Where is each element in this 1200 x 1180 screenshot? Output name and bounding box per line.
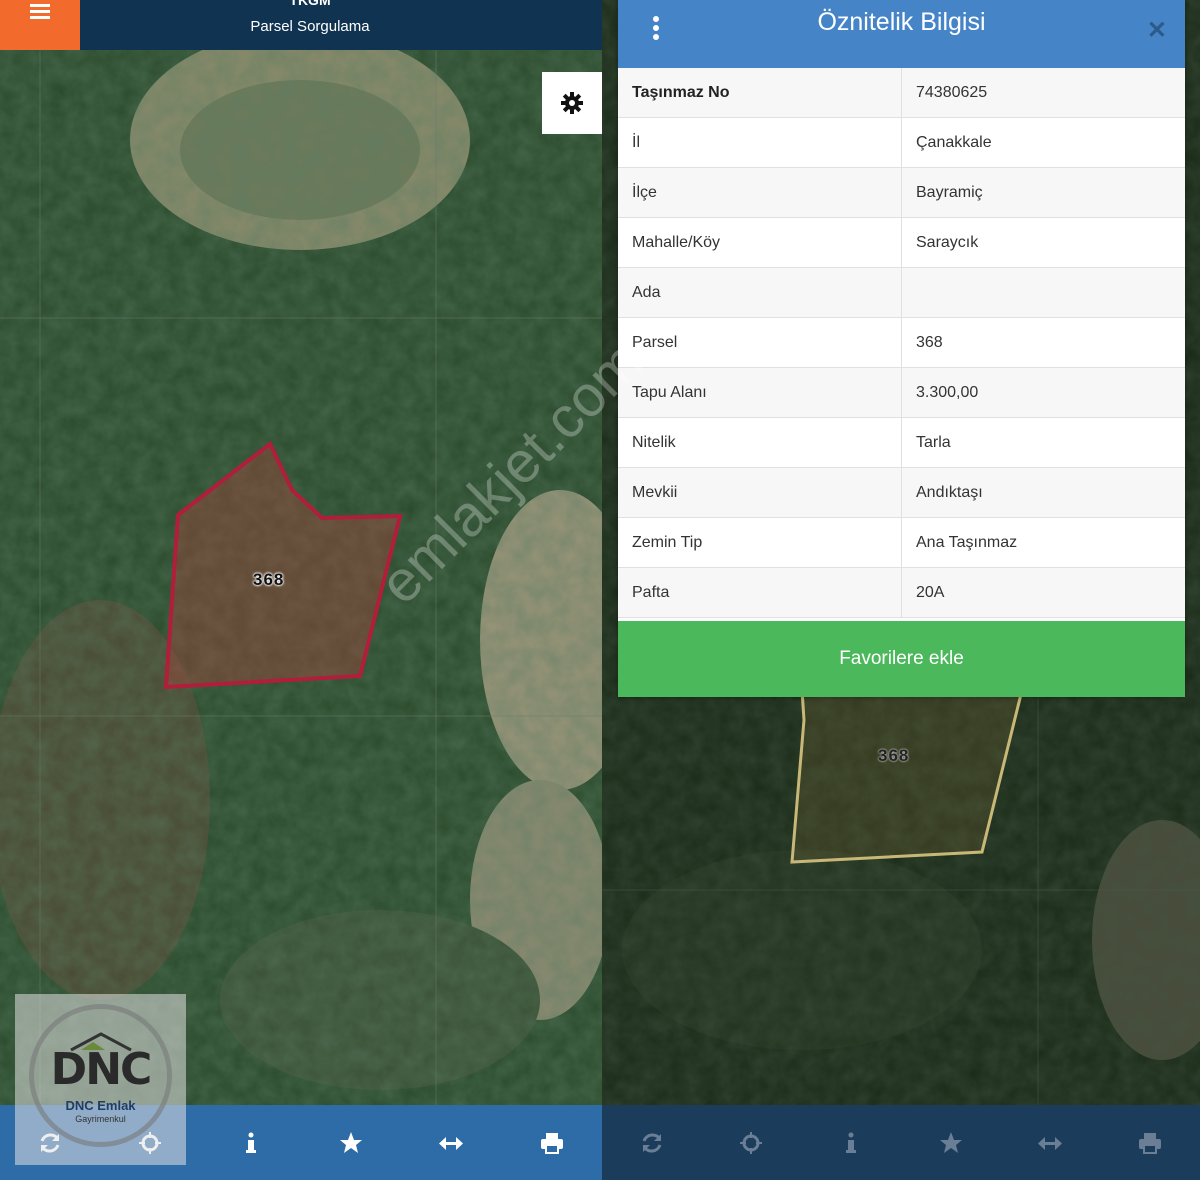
attribute-value: Andıktaşı	[901, 467, 1185, 518]
attribute-value: 3.300,00	[901, 367, 1185, 418]
attribute-key: Tapu Alanı	[618, 367, 902, 418]
attribute-table: Taşınmaz No 74380625 İl Çanakkale İlçe Bayram…	[618, 68, 1185, 618]
info-button[interactable]	[833, 1125, 869, 1161]
attribute-key: Parsel	[618, 317, 902, 368]
attribute-key: İl	[618, 117, 902, 168]
attribute-value: Tarla	[901, 417, 1185, 468]
measure-button[interactable]	[1032, 1125, 1068, 1161]
refresh-button[interactable]	[634, 1125, 670, 1161]
print-button[interactable]	[534, 1125, 570, 1161]
logo-mark: DNC	[50, 1044, 153, 1095]
measure-button[interactable]	[433, 1125, 469, 1161]
page-title: Parsel Sorgulama	[250, 18, 370, 35]
attribute-row: İl Çanakkale	[618, 117, 1185, 168]
star-icon	[340, 1131, 363, 1153]
attribute-value: 20A	[901, 567, 1185, 618]
refresh-icon	[642, 1133, 662, 1152]
attribute-value: Çanakkale	[901, 117, 1185, 168]
attribute-row: Mevkii Andıktaşı	[618, 467, 1185, 518]
logo-name: DNC Emlak	[65, 1098, 136, 1113]
dnc-logo: DNC DNC Emlak Gayrimenkul	[15, 994, 186, 1165]
map-toolbar-dimmed	[602, 1105, 1200, 1180]
attribute-key: Mevkii	[618, 467, 902, 518]
measure-icon	[439, 1136, 464, 1150]
attribute-row: Zemin Tip Ana Taşınmaz	[618, 517, 1185, 568]
hamburger-icon	[30, 4, 50, 19]
star-icon	[939, 1131, 962, 1153]
gear-icon	[561, 92, 583, 114]
attribute-key: Mahalle/Köy	[618, 217, 902, 268]
info-icon	[846, 1132, 857, 1153]
favorite-button[interactable]	[933, 1125, 969, 1161]
attribute-row: Nitelik Tarla	[618, 417, 1185, 468]
attribute-key: Pafta	[618, 567, 902, 618]
attribute-info-modal: Öznitelik Bilgisi ✕ Taşınmaz No 74380625 İ…	[618, 0, 1185, 697]
attribute-value: Saraycık	[901, 217, 1185, 268]
print-icon	[1139, 1132, 1162, 1154]
logo-subtitle: Gayrimenkul	[75, 1114, 126, 1124]
info-icon	[245, 1132, 256, 1153]
attribute-value: 74380625	[901, 68, 1185, 118]
attribute-row: Taşınmaz No 74380625	[618, 68, 1185, 118]
crosshair-icon	[740, 1131, 763, 1154]
favorite-button[interactable]	[333, 1125, 369, 1161]
modal-title: Öznitelik Bilgisi	[817, 8, 986, 36]
attribute-value: Ana Taşınmaz	[901, 517, 1185, 568]
attribute-value: Bayramiç	[901, 167, 1185, 218]
app-header: TKGM Parsel Sorgulama	[0, 0, 602, 50]
attribute-key: Taşınmaz No	[618, 68, 902, 118]
parcel-number-label-dimmed: 368	[878, 746, 910, 765]
locate-button[interactable]	[733, 1125, 769, 1161]
attribute-key: Nitelik	[618, 417, 902, 468]
attribute-key: Zemin Tip	[618, 517, 902, 568]
menu-button[interactable]	[0, 0, 80, 50]
attribute-value: 368	[901, 317, 1185, 368]
attribute-row: Pafta 20A	[618, 567, 1185, 618]
attribute-row: Parsel 368	[618, 317, 1185, 368]
attribute-row: Tapu Alanı 3.300,00	[618, 367, 1185, 418]
attribute-key: Ada	[618, 267, 902, 318]
attribute-row: Ada	[618, 267, 1185, 318]
print-button[interactable]	[1132, 1125, 1168, 1161]
attribute-value	[901, 267, 1185, 318]
parcel-number-label: 368	[253, 570, 285, 589]
print-icon	[540, 1132, 563, 1154]
attribute-row: İlçe Bayramiç	[618, 167, 1185, 218]
kebab-menu-icon[interactable]	[648, 14, 664, 44]
org-name: TKGM	[289, 0, 331, 8]
settings-button[interactable]	[542, 72, 602, 134]
attribute-key: İlçe	[618, 167, 902, 218]
modal-header: Öznitelik Bilgisi ✕	[618, 0, 1185, 68]
info-button[interactable]	[233, 1125, 269, 1161]
left-map-panel: 368 TKGM Parsel Sorgulama DNC DNC Emlak …	[0, 0, 602, 1180]
right-map-panel: 368 Öznitelik Bilgisi ✕ Taşınmaz No 74380…	[602, 0, 1200, 1180]
measure-icon	[1038, 1136, 1063, 1150]
close-icon[interactable]: ✕	[1147, 16, 1167, 45]
add-to-favorites-button[interactable]: Favorilere ekle	[618, 621, 1185, 697]
attribute-row: Mahalle/Köy Saraycık	[618, 217, 1185, 268]
